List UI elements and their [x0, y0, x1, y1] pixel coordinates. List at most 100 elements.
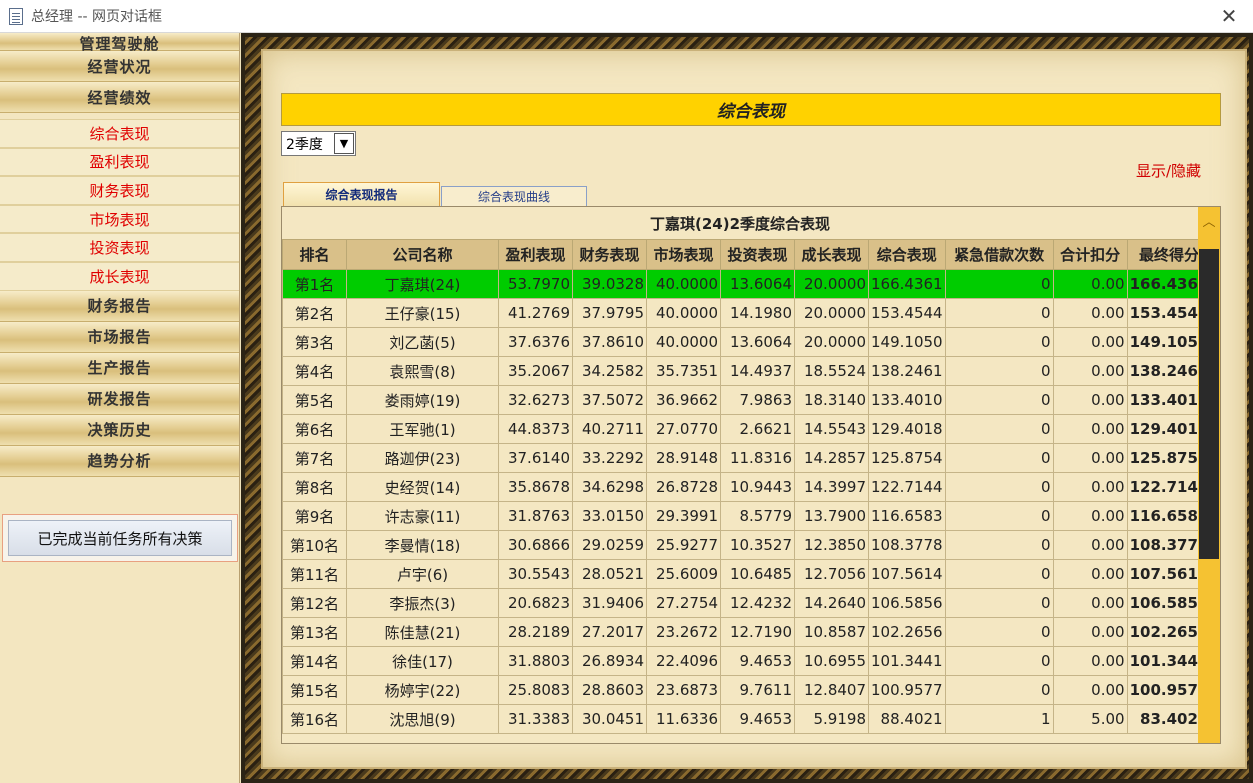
sidebar-item-growth[interactable]: 成长表现: [0, 261, 239, 291]
sidebar-head-finance-report[interactable]: 财务报告: [0, 290, 239, 322]
table-cell: 41.2769: [498, 298, 573, 328]
table-cell: 27.0770: [646, 414, 721, 444]
table-cell: 0: [944, 443, 1054, 473]
table-row[interactable]: 第9名 许志豪(11) 31.8763 33.0150 29.3991 8.5779 13.…: [282, 501, 1212, 531]
column-header: 综合表现: [868, 239, 946, 270]
table-row[interactable]: 第16名 沈思旭(9) 31.3383 30.0451 11.6336 9.4653 5.9…: [282, 704, 1212, 734]
table-cell: 36.9662: [646, 385, 721, 415]
scrollbar[interactable]: ︿: [1198, 207, 1220, 743]
table-cell: 袁熙雪(8): [346, 356, 499, 386]
sidebar-item-finance[interactable]: 财务表现: [0, 176, 239, 205]
table-row[interactable]: 第7名 路迦伊(23) 37.6140 33.2292 28.9148 11.8316 14…: [282, 443, 1212, 473]
column-header: 排名: [282, 239, 347, 270]
sidebar-item-investment[interactable]: 投资表现: [0, 233, 239, 262]
column-header: 公司名称: [346, 239, 499, 270]
table-row[interactable]: 第10名 李曼情(18) 30.6866 29.0259 25.9277 10.3527 1…: [282, 530, 1212, 560]
ranking-table: 排名 公司名称 盈利表现 财务表现 市场表现 投资表现 成长表现 综合表现 紧急…: [282, 239, 1212, 734]
document-icon: [9, 7, 23, 25]
table-cell: 10.8587: [794, 617, 869, 647]
table-cell: 33.0150: [572, 501, 647, 531]
table-cell: 0.00: [1052, 559, 1128, 589]
table-cell: 0.00: [1052, 356, 1128, 386]
table-row[interactable]: 第3名 刘乙菡(5) 37.6376 37.8610 40.0000 13.6064 20.…: [282, 327, 1212, 357]
sidebar-item-market[interactable]: 市场表现: [0, 204, 239, 234]
table-row[interactable]: 第13名 陈佳慧(21) 28.2189 27.2017 23.2672 12.7190 1…: [282, 617, 1212, 647]
table-row[interactable]: 第8名 史经贺(14) 35.8678 34.6298 26.8728 10.9443 14…: [282, 472, 1212, 502]
table-cell: 7.9863: [720, 385, 795, 415]
tab-overall-curve[interactable]: 综合表现曲线: [441, 186, 587, 206]
table-row[interactable]: 第12名 李振杰(3) 20.6823 31.9406 27.2754 12.4232 14…: [282, 588, 1212, 618]
tab-overall-report[interactable]: 综合表现报告: [283, 182, 440, 206]
table-cell: 32.6273: [498, 385, 573, 415]
table-cell: 第5名: [282, 385, 347, 415]
table-cell: 0: [944, 501, 1054, 531]
table-cell: 29.0259: [572, 530, 647, 560]
table-cell: 122.7144: [868, 472, 946, 502]
table-cell: 8.5779: [720, 501, 795, 531]
table-cell: 0: [944, 675, 1054, 705]
table-cell: 23.2672: [646, 617, 721, 647]
table-cell: 10.6955: [794, 646, 869, 676]
table-row[interactable]: 第15名 杨婷宇(22) 25.8083 28.8603 23.6873 9.7611 12…: [282, 675, 1212, 705]
table-cell: 18.3140: [794, 385, 869, 415]
sidebar-head-rd-report[interactable]: 研发报告: [0, 383, 239, 415]
table-cell: 0: [944, 530, 1054, 560]
table-cell: 0: [944, 472, 1054, 502]
table-cell: 101.3441: [868, 646, 946, 676]
season-select[interactable]: 2季度 ▼: [281, 131, 356, 156]
table-cell: 徐佳(17): [346, 646, 499, 676]
table-cell: 34.2582: [572, 356, 647, 386]
table-cell: 0.00: [1052, 414, 1128, 444]
table-row[interactable]: 第11名 卢宇(6) 30.5543 28.0521 25.6009 10.6485 12.…: [282, 559, 1212, 589]
table-cell: 108.3778: [868, 530, 946, 560]
table-cell: 125.8754: [868, 443, 946, 473]
table-cell: 102.2656: [868, 617, 946, 647]
table-cell: 30.6866: [498, 530, 573, 560]
chevron-up-icon[interactable]: ︿: [1198, 207, 1220, 233]
table-cell: 第4名: [282, 356, 347, 386]
sidebar-head-decision-history[interactable]: 决策历史: [0, 414, 239, 446]
sidebar-head-performance[interactable]: 经营绩效: [0, 82, 239, 113]
table-cell: 王军驰(1): [346, 414, 499, 444]
chevron-down-icon[interactable]: ▼: [334, 133, 354, 154]
table-cell: 0.00: [1052, 269, 1128, 299]
table-cell: 第2名: [282, 298, 347, 328]
all-decisions-done-button[interactable]: 已完成当前任务所有决策: [8, 520, 232, 556]
scrollbar-thumb[interactable]: [1199, 249, 1219, 559]
sidebar-item-profit[interactable]: 盈利表现: [0, 147, 239, 177]
table-cell: 0: [944, 298, 1054, 328]
sidebar-head-status[interactable]: 经营状况: [0, 51, 239, 82]
sidebar-head-market-report[interactable]: 市场报告: [0, 321, 239, 353]
table-cell: 0: [944, 588, 1054, 618]
table-cell: 13.7900: [794, 501, 869, 531]
window-title: 总经理 -- 网页对话框: [31, 9, 163, 25]
table-cell: 史经贺(14): [346, 472, 499, 502]
sidebar-head-trend-analysis[interactable]: 趋势分析: [0, 445, 239, 477]
table-cell: 卢宇(6): [346, 559, 499, 589]
table-row[interactable]: 第14名 徐佳(17) 31.8803 26.8934 22.4096 9.4653 10.…: [282, 646, 1212, 676]
table-row[interactable]: 第1名 丁嘉琪(24) 53.7970 39.0328 40.0000 13.6064 20…: [282, 269, 1212, 299]
table-cell: 37.5072: [572, 385, 647, 415]
table-row[interactable]: 第6名 王军驰(1) 44.8373 40.2711 27.0770 2.6621 14.5…: [282, 414, 1212, 444]
sidebar-head-production-report[interactable]: 生产报告: [0, 352, 239, 384]
sidebar-head-cockpit[interactable]: 管理驾驶舱: [0, 33, 239, 53]
table-cell: 9.4653: [720, 704, 795, 734]
table-row[interactable]: 第2名 王仔豪(15) 41.2769 37.9795 40.0000 14.1980 20…: [282, 298, 1212, 328]
table-row[interactable]: 第5名 娄雨婷(19) 32.6273 37.5072 36.9662 7.9863 18.…: [282, 385, 1212, 415]
table-cell: 12.3850: [794, 530, 869, 560]
table-cell: 14.1980: [720, 298, 795, 328]
show-hide-link[interactable]: 显示/隐藏: [1136, 160, 1201, 181]
table-row[interactable]: 第4名 袁熙雪(8) 35.2067 34.2582 35.7351 14.4937 18.…: [282, 356, 1212, 386]
sidebar-item-overall[interactable]: 综合表现: [0, 119, 239, 148]
table-cell: 第16名: [282, 704, 347, 734]
table-cell: 第7名: [282, 443, 347, 473]
table-cell: 李曼情(18): [346, 530, 499, 560]
table-cell: 第11名: [282, 559, 347, 589]
table-cell: 0: [944, 559, 1054, 589]
close-icon[interactable]: ✕: [1219, 6, 1239, 26]
table-cell: 28.9148: [646, 443, 721, 473]
table-cell: 37.9795: [572, 298, 647, 328]
table-cell: 0: [944, 646, 1054, 676]
table-cell: 10.6485: [720, 559, 795, 589]
table-cell: 10.9443: [720, 472, 795, 502]
